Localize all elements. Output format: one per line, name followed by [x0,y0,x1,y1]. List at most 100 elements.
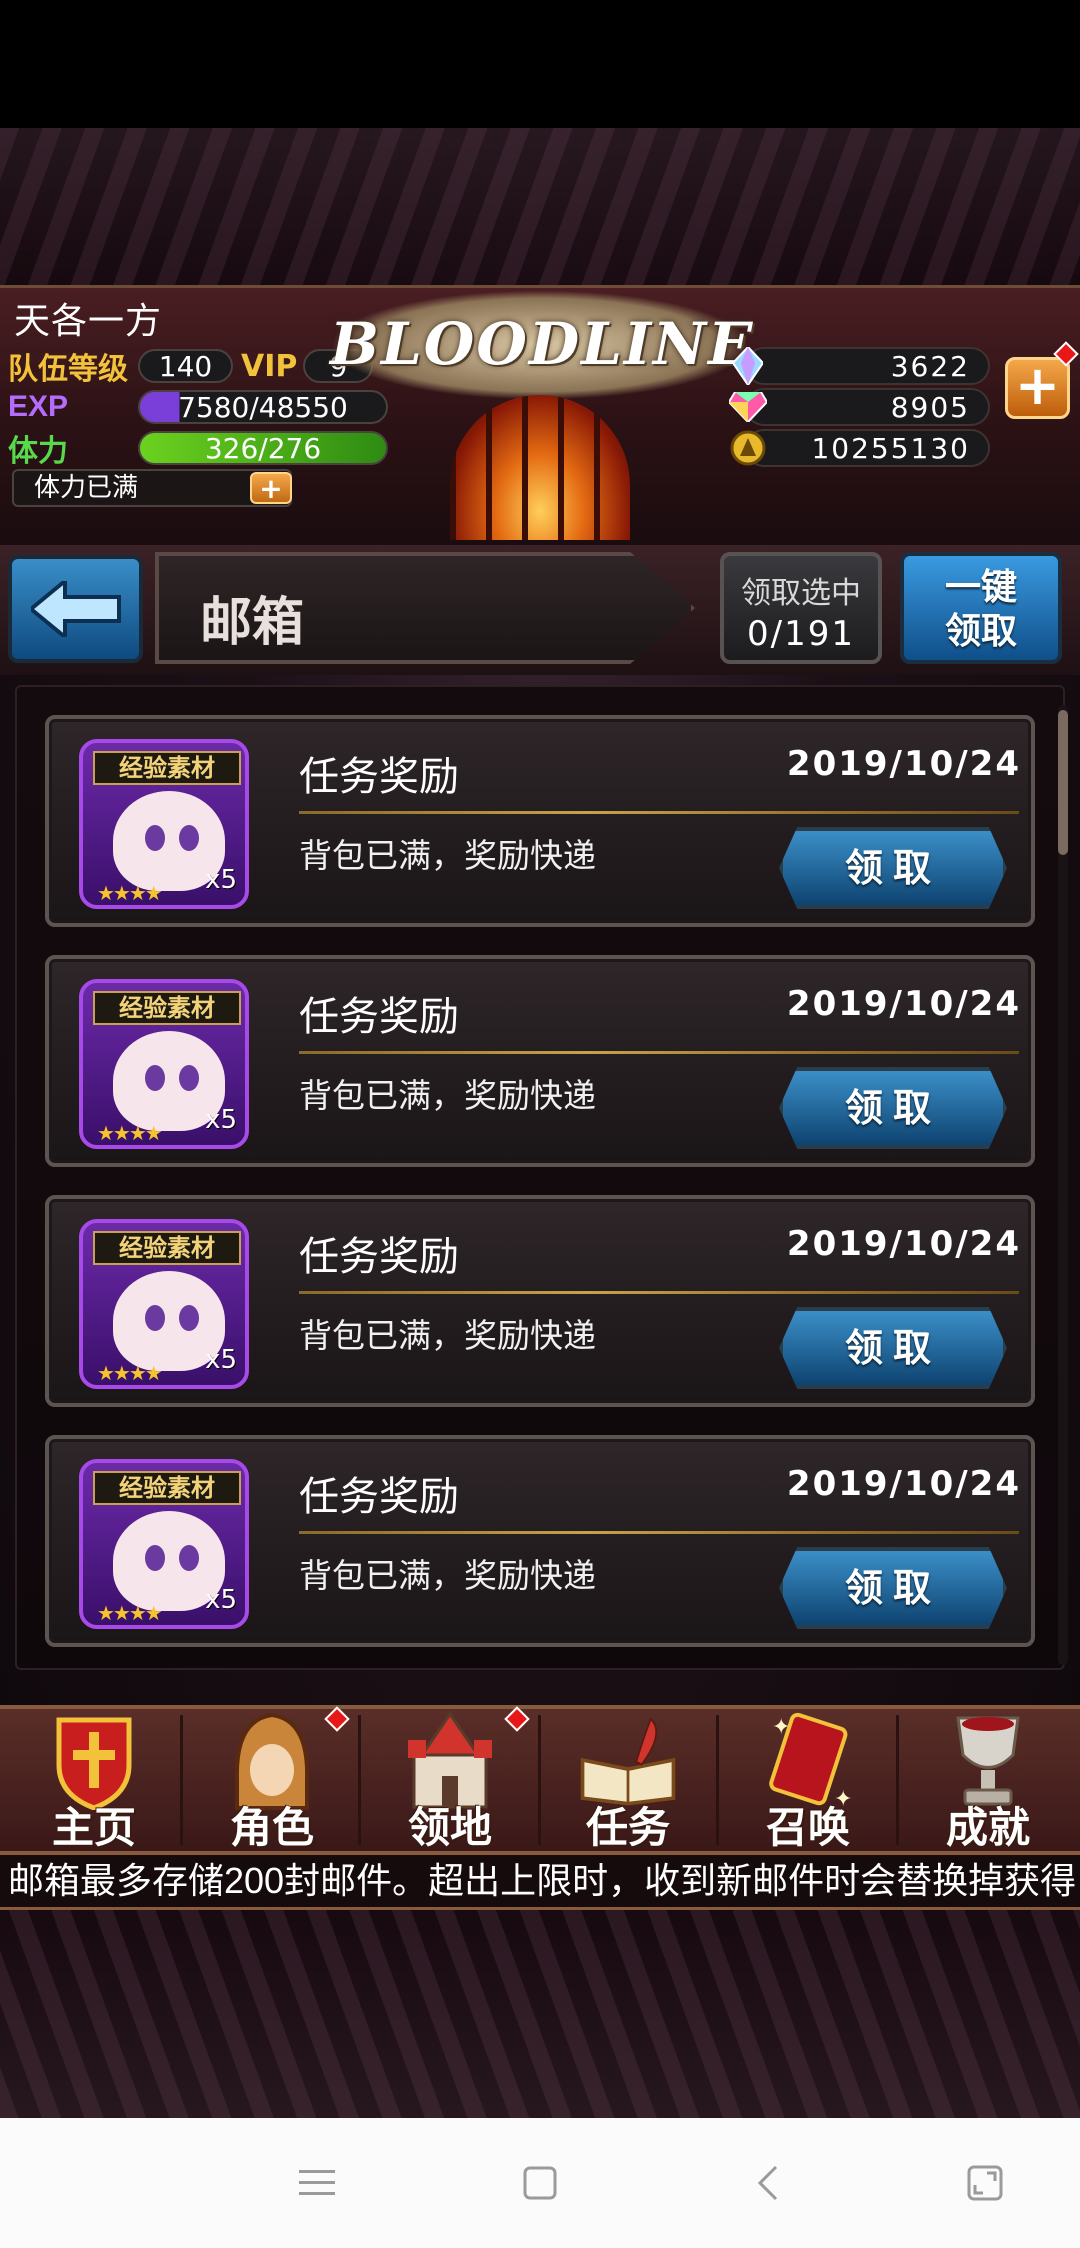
mail-divider [299,1531,1019,1534]
fullscreen-icon [967,2165,1003,2201]
mail-item[interactable]: 经验素材 ★★★★ x5 任务奖励 2019/10/24 背包已满，奖励快递 领… [45,1195,1035,1407]
exp-material-item-icon[interactable]: 经验素材 ★★★★ x5 [79,1459,249,1629]
gem-value: 8905 [890,390,970,424]
nav-quest[interactable]: 任务 [540,1710,716,1851]
top-ornament [0,128,1080,288]
bottom-ornament [0,1910,1080,2120]
claim-all-button[interactable]: 一键领取 [900,552,1062,664]
crystal-value: 3622 [890,349,970,383]
team-level-label: 队伍等级 [8,353,128,386]
item-stars: ★★★★ [97,1361,163,1385]
mail-description: 背包已满，奖励快递 [299,1316,596,1355]
mail-item[interactable]: 经验素材 ★★★★ x5 任务奖励 2019/10/24 背包已满，奖励快递 领… [45,715,1035,927]
exp-material-item-icon[interactable]: 经验素材 ★★★★ x5 [79,739,249,909]
nav-summon[interactable]: ✦ ✦ 召唤 [720,1710,896,1851]
plus-icon: + [1014,354,1061,417]
claim-button[interactable]: 领取 [779,1067,1007,1149]
nav-territory-label: 领地 [407,1804,492,1851]
item-eye [179,1305,199,1331]
item-stars: ★★★★ [97,881,163,905]
logo-text: BLOODLINE [330,310,755,378]
claim-button[interactable]: 领取 [779,1307,1007,1389]
exp-material-item-icon[interactable]: 经验素材 ★★★★ x5 [79,1219,249,1389]
item-quantity: x5 [205,865,237,895]
nav-home-label: 主页 [51,1804,136,1851]
svg-text:✦: ✦ [772,1715,790,1740]
nav-character[interactable]: 角色 [184,1710,360,1851]
gold-coin-icon [729,429,767,467]
crystal-icon [729,347,767,385]
scrollbar-thumb[interactable] [1058,710,1068,855]
stamina-label: 体力 [8,435,68,468]
mail-divider [299,811,1019,814]
square-icon [523,2166,557,2200]
mail-item[interactable]: 经验素材 ★★★★ x5 任务奖励 2019/10/24 背包已满，奖励快递 领… [45,955,1035,1167]
currency-gold: 10255130 [730,429,990,467]
player-name: 天各一方 [14,300,163,341]
recharge-button[interactable]: + [1005,357,1070,419]
item-stars: ★★★★ [97,1601,163,1625]
currency-gem: 8905 [729,388,990,426]
item-tag: 经验素材 [93,751,241,785]
mail-description: 背包已满，奖励快递 [299,1076,596,1115]
team-level-row: 队伍等级 140 VIP 9 [0,347,374,386]
mail-date: 2019/10/24 [786,1224,1021,1264]
home-button[interactable] [510,2153,570,2213]
currency-crystal: 3622 [733,347,990,385]
claim-button[interactable]: 领取 [779,827,1007,909]
nav-quest-label: 任务 [585,1804,670,1851]
stained-glass-window [450,395,630,540]
mail-item[interactable]: 经验素材 ★★★★ x5 任务奖励 2019/10/24 背包已满，奖励快递 领… [45,1435,1035,1647]
nav-home[interactable]: 主页 [6,1710,182,1851]
item-eye [179,825,199,851]
back-button[interactable] [8,555,143,663]
item-eye [145,825,165,851]
mail-title: 任务奖励 [299,1235,459,1279]
vip-label: VIP [241,348,298,384]
mail-date: 2019/10/24 [786,744,1021,784]
android-nav-bar [0,2118,1080,2248]
menu-icon [299,2170,335,2195]
plus-icon: + [259,472,283,505]
fullscreen-button[interactable] [955,2153,1015,2213]
mail-title: 任务奖励 [299,755,459,799]
item-eye [179,1545,199,1571]
mail-date: 2019/10/24 [786,1464,1021,1504]
status-bar-area [0,0,1080,128]
item-quantity: x5 [205,1105,237,1135]
exp-value: 7580/48550 [178,390,348,424]
mail-title: 任务奖励 [299,995,459,1039]
chevron-left-icon [757,2165,778,2201]
nav-divider [716,1715,719,1845]
exp-material-item-icon[interactable]: 经验素材 ★★★★ x5 [79,979,249,1149]
gem-icon [729,388,767,426]
add-stamina-button[interactable]: + [250,472,292,504]
nav-divider [896,1715,899,1845]
nav-achievement[interactable]: 成就 [900,1710,1076,1851]
nav-territory[interactable]: 领地 [362,1710,538,1851]
claim-selected-button[interactable]: 领取选中 0/191 [720,552,882,664]
item-quantity: x5 [205,1585,237,1615]
mail-title: 任务奖励 [299,1475,459,1519]
nav-character-label: 角色 [229,1804,314,1851]
mail-info-marquee: 邮箱最多存储200封邮件。超出上限时，收到新邮件时会替换掉获得 [0,1855,1080,1910]
item-eye [145,1305,165,1331]
item-stars: ★★★★ [97,1121,163,1145]
item-eye [179,1065,199,1091]
item-quantity: x5 [205,1345,237,1375]
page-title: 邮箱 [200,594,305,652]
back-system-button[interactable] [738,2153,798,2213]
claim-button[interactable]: 领取 [779,1547,1007,1629]
mail-divider [299,1291,1019,1294]
mail-date: 2019/10/24 [786,984,1021,1024]
nav-achievement-label: 成就 [945,1804,1030,1851]
item-tag: 经验素材 [93,1471,241,1505]
selected-count: 0/191 [747,614,855,654]
back-arrow-icon [30,581,121,637]
item-tag: 经验素材 [93,1231,241,1265]
game-logo: BLOODLINE [330,290,755,540]
mail-divider [299,1051,1019,1054]
mail-description: 背包已满，奖励快递 [299,836,596,875]
stamina-value: 326/276 [204,431,322,465]
menu-button[interactable] [287,2153,347,2213]
